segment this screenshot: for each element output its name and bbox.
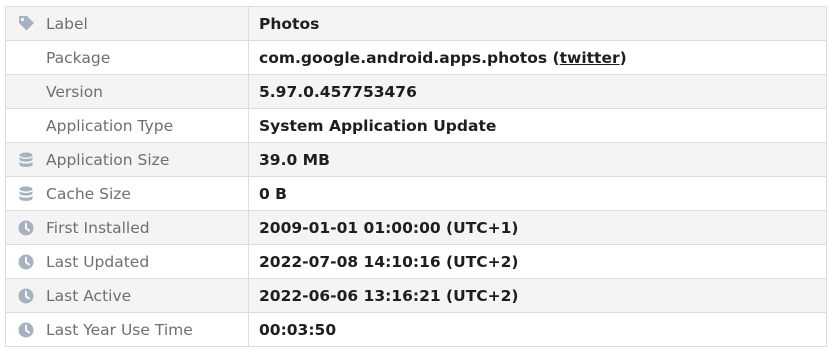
row-label: Last Active — [46, 286, 132, 305]
value-cell: 5.97.0.457753476 — [248, 74, 827, 109]
table-row: Application Type System Application Upda… — [5, 108, 827, 143]
row-value: 2022-06-06 13:16:21 (UTC+2) — [259, 287, 519, 305]
clock-icon — [6, 220, 46, 236]
database-icon — [6, 186, 46, 202]
row-value: 2009-01-01 01:00:00 (UTC+1) — [259, 219, 519, 237]
table-row: Label Photos — [5, 6, 827, 41]
label-cell: Application Size — [5, 142, 249, 177]
table-row: Cache Size 0 B — [5, 176, 827, 211]
row-label: Last Year Use Time — [46, 320, 193, 339]
value-cell: 2022-07-08 14:10:16 (UTC+2) — [248, 244, 827, 279]
clock-icon — [6, 254, 46, 270]
app-info-table: Label Photos Package com.google.android.… — [5, 6, 827, 347]
row-value: 5.97.0.457753476 — [259, 83, 417, 101]
value-cell: System Application Update — [248, 108, 827, 143]
row-label: Label — [46, 14, 88, 33]
row-label: Package — [46, 48, 111, 67]
row-label: Cache Size — [46, 184, 131, 203]
row-value: com.google.android.apps.photos (twitter) — [259, 49, 627, 67]
label-cell: Cache Size — [5, 176, 249, 211]
label-cell: First Installed — [5, 210, 249, 245]
value-cell: com.google.android.apps.photos (twitter) — [248, 40, 827, 75]
label-cell: Last Active — [5, 278, 249, 313]
row-value: 00:03:50 — [259, 321, 337, 339]
value-cell: 2009-01-01 01:00:00 (UTC+1) — [248, 210, 827, 245]
row-label: First Installed — [46, 218, 150, 237]
twitter-link[interactable]: twitter — [560, 49, 620, 67]
label-cell: Last Updated — [5, 244, 249, 279]
label-cell: Last Year Use Time — [5, 312, 249, 347]
value-cell: Photos — [248, 6, 827, 41]
table-row: Package com.google.android.apps.photos (… — [5, 40, 827, 75]
table-row: Last Active 2022-06-06 13:16:21 (UTC+2) — [5, 278, 827, 313]
table-row: Last Year Use Time 00:03:50 — [5, 312, 827, 347]
value-cell: 0 B — [248, 176, 827, 211]
table-row: Last Updated 2022-07-08 14:10:16 (UTC+2) — [5, 244, 827, 279]
row-label: Application Size — [46, 150, 170, 169]
value-cell: 2022-06-06 13:16:21 (UTC+2) — [248, 278, 827, 313]
label-cell: Version — [5, 74, 249, 109]
row-label: Version — [46, 82, 103, 101]
label-cell: Label — [5, 6, 249, 41]
tag-icon — [6, 15, 46, 32]
package-name: com.google.android.apps.photos — [259, 49, 548, 67]
value-cell: 00:03:50 — [248, 312, 827, 347]
table-row: Version 5.97.0.457753476 — [5, 74, 827, 109]
row-value: 39.0 MB — [259, 151, 330, 169]
table-row: First Installed 2009-01-01 01:00:00 (UTC… — [5, 210, 827, 245]
row-value: Photos — [259, 15, 320, 33]
clock-icon — [6, 322, 46, 338]
label-cell: Application Type — [5, 108, 249, 143]
database-icon — [6, 152, 46, 168]
row-label: Last Updated — [46, 252, 150, 271]
row-value: System Application Update — [259, 117, 497, 135]
row-value: 0 B — [259, 185, 287, 203]
row-label: Application Type — [46, 116, 174, 135]
row-value: 2022-07-08 14:10:16 (UTC+2) — [259, 253, 519, 271]
table-row: Application Size 39.0 MB — [5, 142, 827, 177]
clock-icon — [6, 288, 46, 304]
label-cell: Package — [5, 40, 249, 75]
value-cell: 39.0 MB — [248, 142, 827, 177]
